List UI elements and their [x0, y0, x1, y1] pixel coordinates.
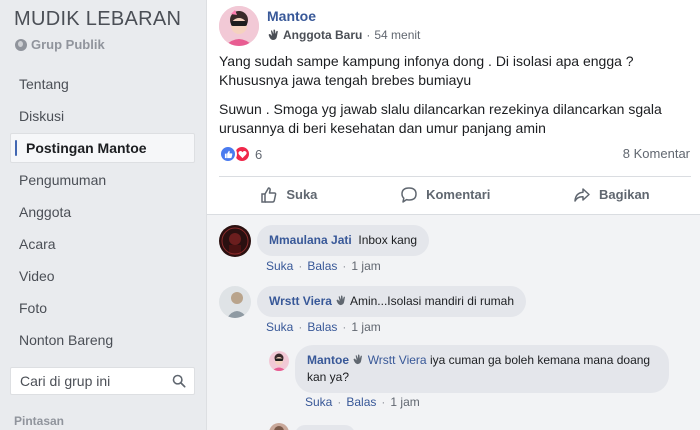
comment-bubble: Mmaulana Jati Inbox kang — [257, 225, 430, 256]
post-paragraph: Yang sudah sampe kampung infonya dong . … — [219, 53, 634, 88]
post-card: Mantoe Anggota Baru · 54 menit Yang suda… — [206, 0, 700, 430]
nav-item-anggota[interactable]: Anggota — [0, 196, 206, 228]
commenter-avatar[interactable] — [219, 225, 251, 257]
member-badge[interactable]: Anggota Baru — [267, 28, 362, 42]
comment-text: Inbox kang — [358, 233, 418, 247]
comment-button-label: Komentari — [426, 187, 491, 202]
post-action-bar: Suka Komentari Bagikan — [219, 176, 691, 212]
reply-bubble: Mantoe Wrstt Viera iya cuman ga boleh ke… — [295, 345, 669, 393]
author-avatar[interactable] — [219, 6, 259, 46]
reaction-count: 6 — [255, 146, 263, 162]
nav-item-tentang[interactable]: Tentang — [0, 68, 206, 100]
reply-reply-link[interactable]: Balas — [346, 395, 376, 409]
comment-text: Amin...Isolasi mandiri di rumah — [349, 294, 514, 308]
reply-actions: Suka · Balas · 1 jam — [305, 395, 420, 409]
like-button-label: Suka — [286, 187, 318, 202]
nav-item-foto[interactable]: Foto — [0, 292, 206, 324]
group-search-box — [10, 367, 195, 395]
thumbs-up-icon — [261, 186, 277, 203]
comment-author-name[interactable]: Mmaulana Jati — [269, 233, 352, 247]
dot-separator: · — [298, 259, 303, 273]
comments-section: Mmaulana Jati Inbox kang Suka · Balas · … — [207, 214, 700, 430]
comment-actions: Suka · Balas · 1 jam — [266, 259, 381, 273]
post-meta: Anggota Baru · 54 menit — [267, 28, 420, 42]
comment-like-link[interactable]: Suka — [266, 259, 293, 273]
comment-actions: Suka · Balas · 1 jam — [266, 320, 381, 334]
reply-author-avatar[interactable] — [269, 351, 289, 371]
nav-item-postingan-mantoe[interactable]: Postingan Mantoe — [10, 133, 195, 163]
next-reply-bubble — [295, 425, 355, 430]
nav-item-label: Postingan Mantoe — [26, 140, 147, 156]
wave-hand-icon — [268, 29, 278, 40]
nav-item-video[interactable]: Video — [0, 260, 206, 292]
post-paragraph: Suwun . Smoga yg jawab slalu dilancarkan… — [219, 101, 662, 136]
like-reaction-icon — [219, 145, 237, 163]
nav-item-nonton-bareng[interactable]: Nonton Bareng — [0, 324, 206, 356]
comment-time[interactable]: 1 jam — [351, 320, 380, 334]
wave-hand-icon — [353, 354, 363, 365]
comment-reply-link[interactable]: Balas — [307, 259, 337, 273]
nav-item-pengumuman[interactable]: Pengumuman — [0, 164, 206, 196]
group-title[interactable]: MUDIK LEBARAN — [14, 8, 181, 31]
post-time[interactable]: 54 menit — [374, 28, 420, 42]
dot-separator: · — [381, 395, 386, 409]
nav-item-diskusi[interactable]: Diskusi — [0, 100, 206, 132]
shortcuts-heading: Pintasan — [14, 414, 65, 428]
reaction-summary[interactable]: 6 — [219, 145, 262, 163]
nav-item-acara[interactable]: Acara — [0, 228, 206, 260]
group-privacy: Grup Publik — [15, 37, 105, 52]
reply-mention-link[interactable]: Wrstt Viera — [368, 353, 427, 367]
share-button-label: Bagikan — [599, 187, 650, 202]
share-arrow-icon — [574, 187, 590, 202]
dot-separator: · — [342, 259, 347, 273]
group-sidebar: MUDIK LEBARAN Grup Publik Tentang Diskus… — [0, 0, 206, 430]
member-badge-label: Anggota Baru — [283, 28, 363, 42]
search-icon[interactable] — [172, 374, 186, 388]
comment-author-name[interactable]: Wrstt Viera — [269, 294, 332, 308]
group-nav: Tentang Diskusi Postingan Mantoe Pengumu… — [0, 68, 206, 356]
commenter-avatar[interactable] — [219, 286, 251, 318]
dot-separator: · — [298, 320, 303, 334]
post-body: Yang sudah sampe kampung infonya dong . … — [219, 52, 689, 148]
group-privacy-label: Grup Publik — [31, 37, 105, 52]
next-reply-avatar[interactable] — [269, 423, 289, 430]
comment-count-link[interactable]: 8 Komentar — [623, 146, 690, 161]
reply-author-name[interactable]: Mantoe — [307, 353, 349, 367]
comment-button[interactable]: Komentari — [400, 186, 490, 204]
group-search-input[interactable] — [20, 373, 170, 389]
dot-separator: · — [337, 395, 342, 409]
comment-like-link[interactable]: Suka — [266, 320, 293, 334]
comment-bubble: Wrstt Viera Amin...Isolasi mandiri di ru… — [257, 286, 526, 317]
share-button[interactable]: Bagikan — [573, 186, 650, 204]
wave-hand-icon — [336, 295, 346, 306]
reply-like-link[interactable]: Suka — [305, 395, 332, 409]
comment-reply-link[interactable]: Balas — [307, 320, 337, 334]
like-button[interactable]: Suka — [260, 186, 317, 204]
meta-separator: · — [366, 28, 371, 42]
post-author-name[interactable]: Mantoe — [267, 8, 316, 24]
comment-time[interactable]: 1 jam — [351, 259, 380, 273]
dot-separator: · — [342, 320, 347, 334]
reply-time[interactable]: 1 jam — [390, 395, 419, 409]
globe-icon — [15, 38, 27, 51]
comment-bubble-icon — [401, 186, 417, 203]
